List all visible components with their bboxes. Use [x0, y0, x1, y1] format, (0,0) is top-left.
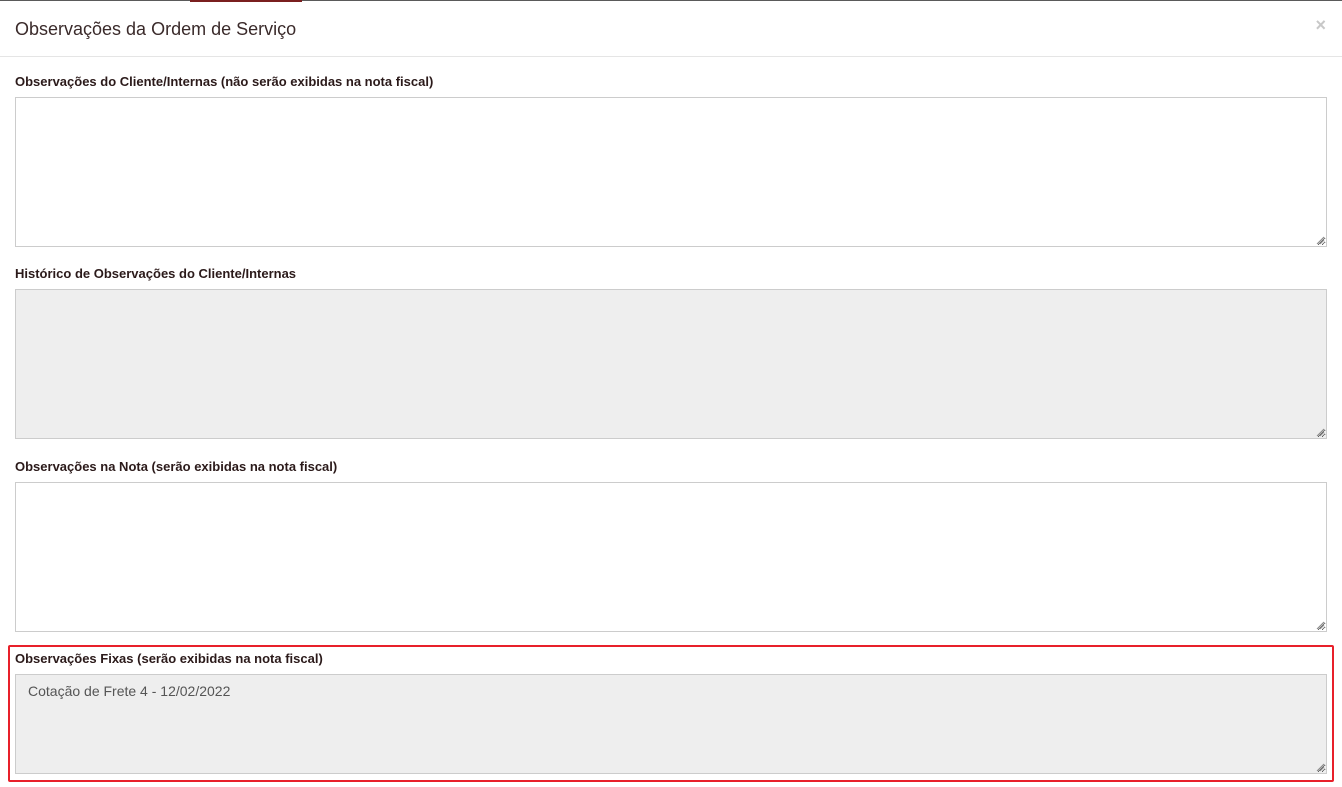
client-internal-notes-label: Observações do Cliente/Internas (não ser… — [15, 74, 434, 89]
invoice-notes-input[interactable] — [15, 482, 1327, 632]
client-internal-notes-input[interactable] — [15, 97, 1327, 247]
fixed-notes-input — [15, 674, 1327, 774]
notes-history-label: Histórico de Observações do Cliente/Inte… — [15, 266, 297, 281]
invoice-notes-label: Observações na Nota (serão exibidas na n… — [15, 459, 338, 474]
observations-modal: Observações da Ordem de Serviço × Observ… — [0, 0, 1342, 787]
notes-history-input — [15, 289, 1327, 439]
modal-header: Observações da Ordem de Serviço × — [0, 1, 1342, 57]
close-icon[interactable]: × — [1315, 15, 1326, 35]
modal-title: Observações da Ordem de Serviço — [15, 19, 297, 39]
fixed-notes-label: Observações Fixas (serão exibidas na not… — [15, 651, 323, 666]
